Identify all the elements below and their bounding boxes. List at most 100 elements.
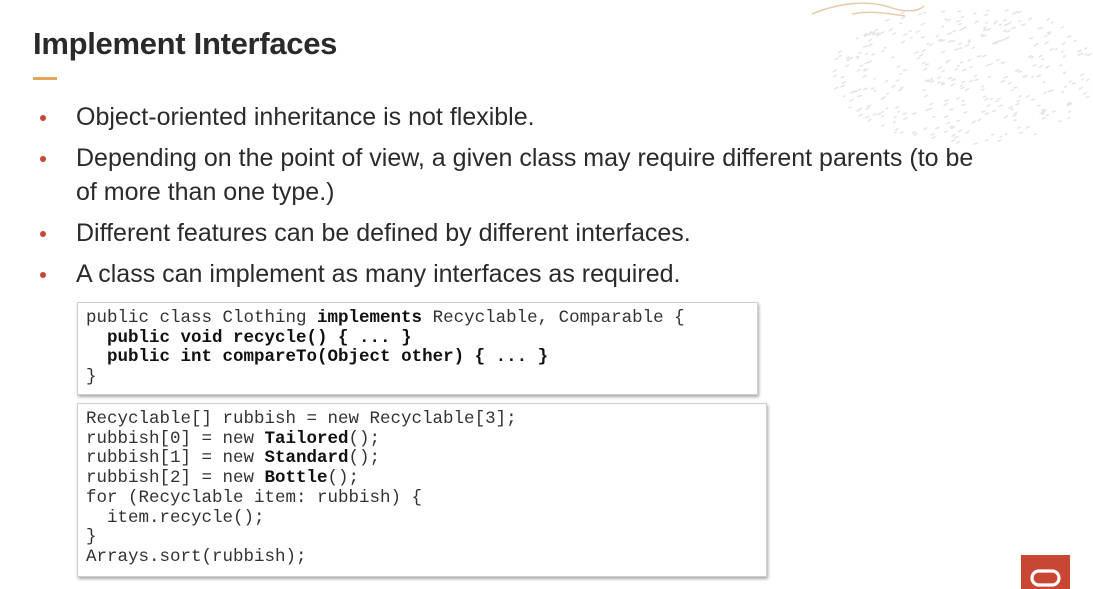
speckle-mark <box>1066 101 1072 105</box>
bullet-dot-icon <box>40 272 46 278</box>
code-line: rubbish[2] = new Bottle(); <box>86 468 758 489</box>
speckle-mark <box>924 63 930 66</box>
speckle-mark <box>866 33 872 36</box>
bullet-item: Different features can be defined by dif… <box>40 216 1000 250</box>
oracle-logo-shape <box>1030 569 1061 587</box>
speckle-mark <box>1031 64 1037 67</box>
code-keyword: public void recycle() { ... } <box>107 327 412 348</box>
speckle-mark <box>1033 44 1038 47</box>
speckle-mark <box>993 22 997 25</box>
speckle-mark <box>881 50 885 52</box>
speckle-mark <box>1047 32 1052 36</box>
speckle-mark <box>928 43 934 47</box>
speckle-mark <box>981 85 985 88</box>
code-keyword: implements <box>317 308 423 328</box>
code-line: rubbish[1] = new Standard(); <box>86 449 758 469</box>
speckle-mark <box>982 54 988 58</box>
speckle-mark <box>929 77 934 81</box>
speckle-mark <box>959 28 964 31</box>
speckle-mark <box>1018 131 1024 134</box>
speckle-mark <box>1038 65 1044 68</box>
speckle-mark <box>1040 108 1047 111</box>
speckle-mark <box>1018 95 1022 98</box>
speckle-mark <box>999 38 1006 42</box>
speckle-mark <box>967 41 971 44</box>
speckle-mark <box>882 96 886 99</box>
speckle-mark <box>1036 74 1042 78</box>
code-text: (); <box>348 448 381 469</box>
speckle-mark <box>856 56 860 59</box>
bullet-text: Depending on the point of view, a given … <box>76 144 974 206</box>
speckle-mark <box>946 32 952 35</box>
speckle-mark <box>1041 112 1045 115</box>
speckle-mark <box>1066 103 1072 107</box>
speckle-mark <box>935 34 940 38</box>
speckle-mark <box>920 22 925 26</box>
code-text: (); <box>348 428 381 449</box>
speckle-mark <box>922 11 927 14</box>
speckle-mark <box>952 29 957 33</box>
speckle-mark <box>1047 90 1051 93</box>
speckle-mark <box>1043 91 1048 95</box>
speckle-mark <box>1013 119 1017 122</box>
code-text: item.recycle(); <box>107 507 265 528</box>
speckle-mark <box>1081 78 1085 81</box>
code-keyword: Bottle <box>264 468 328 489</box>
speckle-mark <box>916 57 921 60</box>
speckle-mark <box>974 20 979 24</box>
code-text: } <box>86 527 97 548</box>
speckle-mark <box>958 42 963 45</box>
bullet-item: A class can implement as many interfaces… <box>40 257 1000 291</box>
speckle-mark <box>941 69 946 73</box>
speckle-mark <box>915 30 921 33</box>
code-block-class-declaration: public class Clothing implements Recycla… <box>77 302 758 395</box>
speckle-mark <box>902 32 908 36</box>
speckle-mark <box>959 47 963 50</box>
speckle-mark <box>898 22 903 25</box>
speckle-mark <box>984 13 989 16</box>
speckle-mark <box>959 61 964 64</box>
code-line: public int compareTo(Object other) { ...… <box>86 348 749 368</box>
speckle-mark <box>940 50 946 54</box>
speckle-mark <box>959 84 964 87</box>
speckle-mark <box>842 95 846 98</box>
speckle-mark <box>940 81 945 85</box>
code-text: } <box>86 367 97 388</box>
bullet-text: A class can implement as many interfaces… <box>76 260 681 288</box>
speckle-mark <box>864 61 870 64</box>
speckle-mark <box>921 49 926 52</box>
speckle-mark <box>936 76 942 80</box>
speckle-mark <box>1000 61 1006 64</box>
speckle-mark <box>1061 42 1067 45</box>
speckle-mark <box>1013 86 1018 89</box>
speckle-mark <box>1014 68 1020 72</box>
speckle-mark <box>909 36 913 39</box>
code-keyword: Tailored <box>264 428 349 449</box>
speckle-mark <box>967 39 972 42</box>
speckle-mark <box>947 32 952 35</box>
speckle-mark <box>863 68 866 71</box>
speckle-mark <box>964 87 970 91</box>
code-text: rubbish[1] = new <box>86 448 265 469</box>
code-keyword: Standard <box>264 448 349 469</box>
speckle-mark <box>926 79 932 83</box>
speckle-mark <box>955 20 962 23</box>
speckle-mark <box>951 78 957 81</box>
code-text: for (Recyclable item: rubbish) { <box>86 487 423 508</box>
code-text: (); <box>327 468 360 489</box>
speckle-mark <box>1041 58 1045 61</box>
speckle-mark <box>982 26 987 29</box>
code-line: item.recycle(); <box>86 507 758 529</box>
speckle-mark <box>1003 115 1009 119</box>
code-text: Recyclable, Comparable { <box>422 308 685 328</box>
speckle-mark <box>1077 49 1083 53</box>
speckle-mark <box>1004 9 1009 12</box>
speckle-mark <box>840 84 846 88</box>
speckle-mark <box>1071 82 1077 85</box>
speckle-mark <box>1064 85 1068 88</box>
speckle-mark <box>998 23 1003 26</box>
speckle-mark <box>1038 54 1043 58</box>
speckle-mark <box>871 32 876 36</box>
speckle-mark <box>960 15 965 19</box>
bullet-dot-icon <box>40 156 46 162</box>
